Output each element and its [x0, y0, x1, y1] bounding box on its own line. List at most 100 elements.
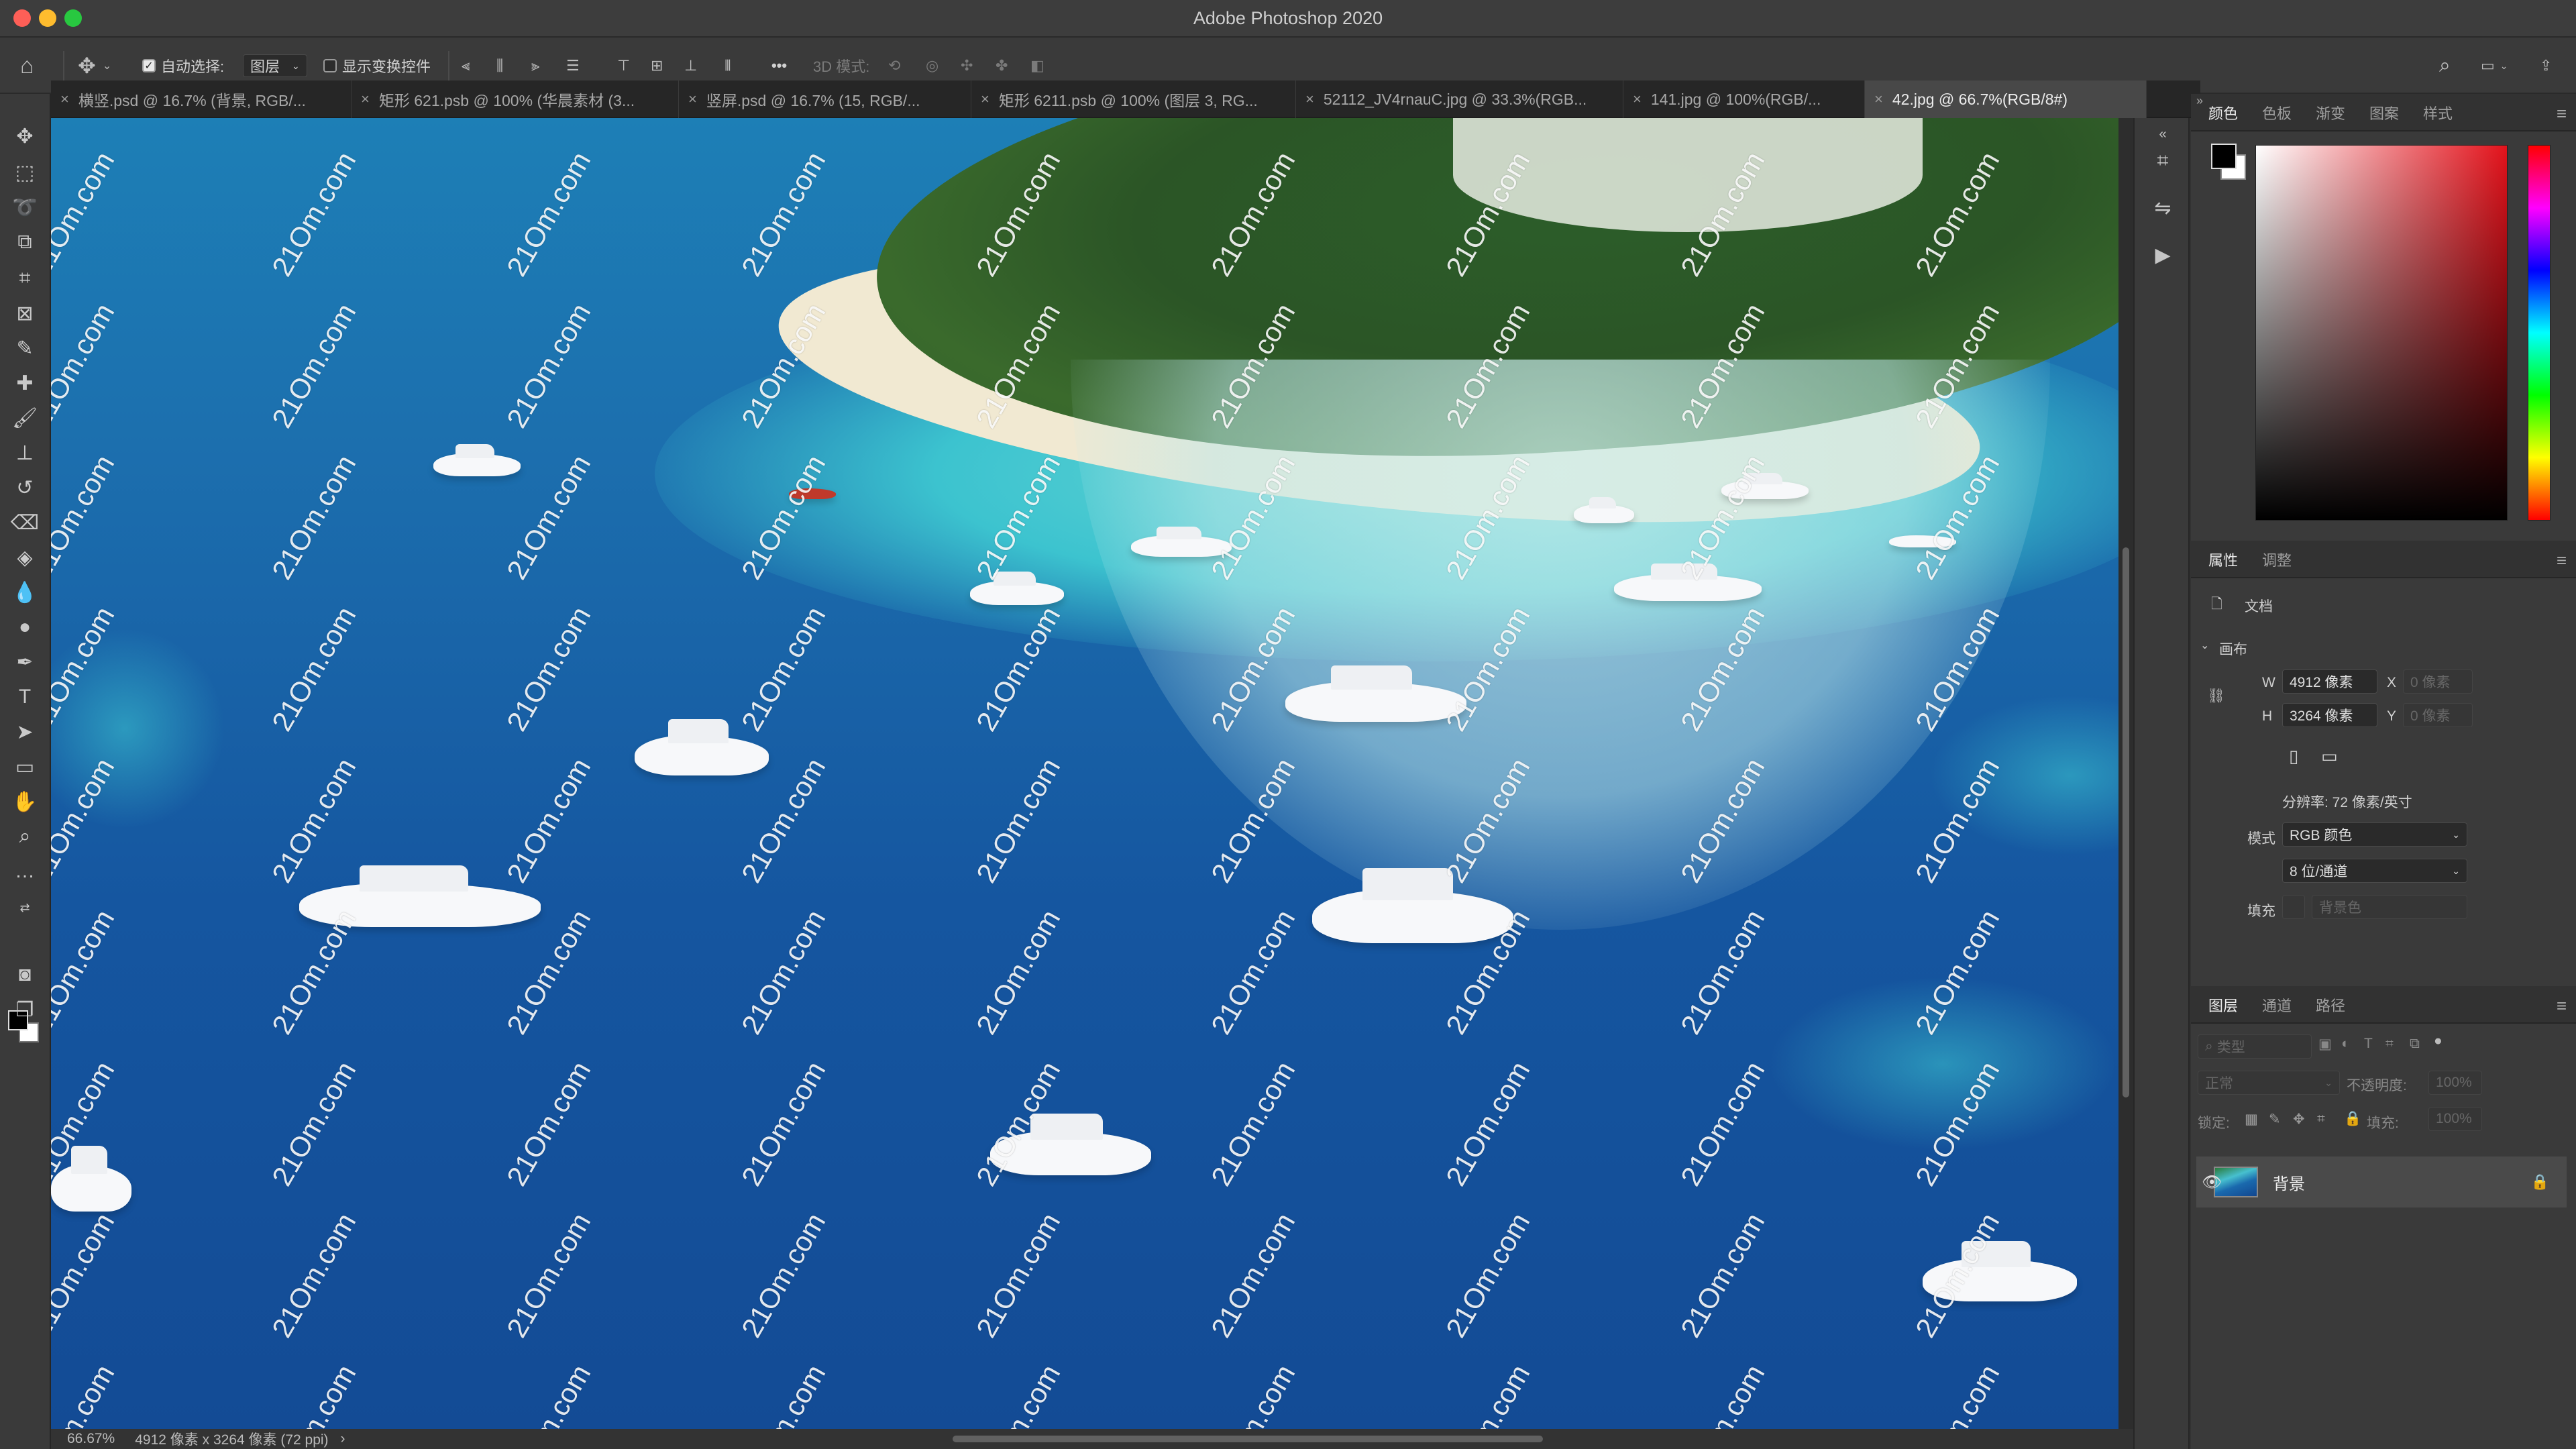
search-icon[interactable]: ⌕ — [2439, 52, 2451, 79]
quick-mask-icon[interactable]: ◙ — [9, 959, 40, 990]
tab-adjustments[interactable]: 调整 — [2262, 541, 2292, 578]
fill-dropdown[interactable]: 背景色 — [2312, 895, 2467, 919]
align-left-button[interactable]: ⫷ — [462, 52, 470, 79]
lock-paint-icon[interactable]: ✎ — [2269, 1111, 2281, 1128]
healing-brush-tool-icon[interactable]: ✚ — [9, 368, 40, 398]
auto-select-checkbox[interactable]: ✓ 自动选择: — [142, 52, 224, 79]
history-panel-icon[interactable]: ⌗ — [2147, 145, 2179, 177]
hue-slider[interactable] — [2528, 145, 2551, 521]
align-middle-button[interactable]: ⊞ — [651, 52, 663, 79]
link-icon[interactable]: ⛓ — [2207, 688, 2225, 704]
3d-pan-icon[interactable]: ✣ — [961, 52, 973, 79]
tab-swatches[interactable]: 色板 — [2262, 94, 2292, 131]
filter-shape-icon[interactable]: ⌗ — [2385, 1036, 2394, 1052]
collapse-arrows-icon[interactable]: » — [2196, 94, 2203, 108]
tab-document[interactable]: × 竖屏.psd @ 16.7% (15, RGB/... — [679, 80, 971, 118]
zoom-tool-icon[interactable]: ⌕ — [9, 821, 40, 852]
close-tab-icon[interactable]: × — [688, 91, 697, 108]
tab-properties[interactable]: 属性 — [2208, 541, 2238, 578]
close-tab-icon[interactable]: × — [361, 91, 370, 108]
filter-adjustment-icon[interactable]: ◐ — [2341, 1036, 2350, 1052]
eyedropper-tool-icon[interactable]: ✎ — [9, 333, 40, 364]
layer-row-background[interactable]: 👁 背景 🔒 — [2196, 1157, 2567, 1208]
paint-bucket-tool-icon[interactable]: ◈ — [9, 542, 40, 573]
color-mode-dropdown[interactable]: RGB 颜色 ⌄ — [2282, 822, 2467, 847]
move-tool-preset-picker[interactable]: ✥ ⌄ — [78, 52, 111, 79]
edit-toolbar-icon[interactable]: … — [9, 856, 40, 887]
move-tool-icon[interactable]: ✥ — [9, 121, 40, 152]
rectangle-tool-icon[interactable]: ▭ — [9, 751, 40, 782]
close-tab-icon[interactable]: × — [1633, 91, 1642, 108]
align-right-button[interactable]: ⫸ — [531, 52, 539, 79]
align-bottom-button[interactable]: ⊥ — [684, 52, 697, 79]
object-select-tool-icon[interactable]: ⧉ — [9, 227, 40, 258]
lock-icon[interactable]: 🔒 — [2531, 1173, 2549, 1191]
lock-all-icon[interactable]: 🔒 — [2344, 1111, 2361, 1127]
align-top-button[interactable]: ⊤ — [617, 52, 630, 79]
swap-colors-icon[interactable]: ⇄ — [9, 892, 40, 923]
path-selection-tool-icon[interactable]: ➤ — [9, 716, 40, 747]
filter-smart-object-icon[interactable]: ⧉ — [2410, 1036, 2420, 1052]
actions-panel-icon[interactable]: ▶ — [2147, 239, 2179, 271]
tab-document[interactable]: × 52112_JV4rnauC.jpg @ 33.3%(RGB... — [1296, 80, 1623, 118]
layer-filter-dropdown[interactable]: ⌕ 类型 — [2198, 1034, 2312, 1059]
vertical-scrollbar[interactable] — [2118, 118, 2133, 1429]
scroll-thumb[interactable] — [2123, 547, 2129, 1097]
lock-position-icon[interactable]: ✥ — [2293, 1111, 2305, 1128]
3d-roll-icon[interactable]: ◎ — [926, 52, 938, 79]
eye-icon[interactable]: 👁 — [2202, 1173, 2222, 1192]
distribute-button[interactable]: ☰ — [566, 52, 580, 79]
blur-tool-icon[interactable]: 💧 — [9, 577, 40, 608]
filter-toggle-icon[interactable]: ● — [2434, 1033, 2443, 1049]
color-field[interactable] — [2255, 145, 2508, 521]
frame-tool-icon[interactable]: ⊠ — [9, 298, 40, 329]
zoom-level[interactable]: 66.67% — [67, 1431, 115, 1447]
auto-select-dropdown[interactable]: 图层 ⌄ — [243, 52, 307, 79]
tab-patterns[interactable]: 图案 — [2369, 94, 2399, 131]
lasso-tool-icon[interactable]: ➰ — [9, 192, 40, 223]
close-tab-icon[interactable]: × — [981, 91, 989, 108]
filter-pixel-icon[interactable]: ▣ — [2318, 1036, 2332, 1053]
chevron-down-icon[interactable]: ⌄ — [2200, 639, 2209, 652]
pen-tool-icon[interactable]: ✒ — [9, 647, 40, 678]
close-tab-icon[interactable]: × — [1305, 91, 1314, 108]
landscape-orientation-icon[interactable]: ▭ — [2321, 746, 2338, 767]
opacity-field[interactable]: 100% — [2428, 1071, 2482, 1095]
align-center-button[interactable]: ⫼ — [496, 52, 503, 79]
layer-name[interactable]: 背景 — [2273, 1171, 2305, 1194]
tab-color[interactable]: 颜色 — [2208, 94, 2238, 131]
y-field[interactable]: 0 像素 — [2403, 703, 2473, 727]
home-icon[interactable]: ⌂ — [20, 52, 34, 79]
width-field[interactable]: 4912 像素 — [2282, 669, 2377, 694]
x-field[interactable]: 0 像素 — [2403, 669, 2473, 694]
share-icon[interactable]: ⇪ — [2540, 52, 2552, 79]
tab-document[interactable]: × 矩形 621.psb @ 100% (华晨素材 (3... — [352, 80, 679, 118]
chevron-right-icon[interactable]: › — [341, 1431, 345, 1447]
foreground-color-chip[interactable] — [2211, 144, 2237, 169]
filter-type-icon[interactable]: T — [2364, 1036, 2373, 1052]
type-tool-icon[interactable]: T — [9, 682, 40, 712]
more-options-button[interactable]: ••• — [771, 52, 787, 79]
tab-layers[interactable]: 图层 — [2208, 986, 2238, 1024]
tab-document[interactable]: × 横竖.psd @ 16.7% (背景, RGB/... — [51, 80, 352, 118]
history-brush-tool-icon[interactable]: ↺ — [9, 472, 40, 503]
tab-document[interactable]: × 矩形 6211.psb @ 100% (图层 3, RG... — [971, 80, 1296, 118]
document-canvas[interactable]: 21Om.com 21Om.com 21Om.com 21Om.com 21Om.com… — [51, 118, 2118, 1429]
workspace-switcher[interactable]: ▭ ⌄ — [2481, 52, 2508, 79]
panel-menu-icon[interactable]: ≡ — [2557, 103, 2567, 124]
blend-mode-dropdown[interactable]: 正常 ⌄ — [2198, 1071, 2340, 1095]
dodge-tool-icon[interactable]: ● — [9, 612, 40, 643]
marquee-tool-icon[interactable]: ⬚ — [9, 157, 40, 188]
tab-channels[interactable]: 通道 — [2262, 986, 2292, 1024]
close-tab-icon[interactable]: × — [1874, 91, 1883, 108]
panel-menu-icon[interactable]: ≡ — [2557, 550, 2567, 571]
lock-artboard-icon[interactable]: ⌗ — [2317, 1111, 2325, 1127]
close-tab-icon[interactable]: × — [60, 91, 69, 108]
fill-field[interactable]: 100% — [2428, 1107, 2482, 1131]
tab-paths[interactable]: 路径 — [2316, 986, 2345, 1024]
screen-mode-icon[interactable]: ❐ — [9, 994, 40, 1025]
height-field[interactable]: 3264 像素 — [2282, 703, 2377, 727]
3d-camera-icon[interactable]: ◧ — [1030, 52, 1044, 79]
horizontal-scroll-thumb[interactable] — [953, 1436, 1543, 1442]
portrait-orientation-icon[interactable]: ▯ — [2289, 746, 2298, 767]
